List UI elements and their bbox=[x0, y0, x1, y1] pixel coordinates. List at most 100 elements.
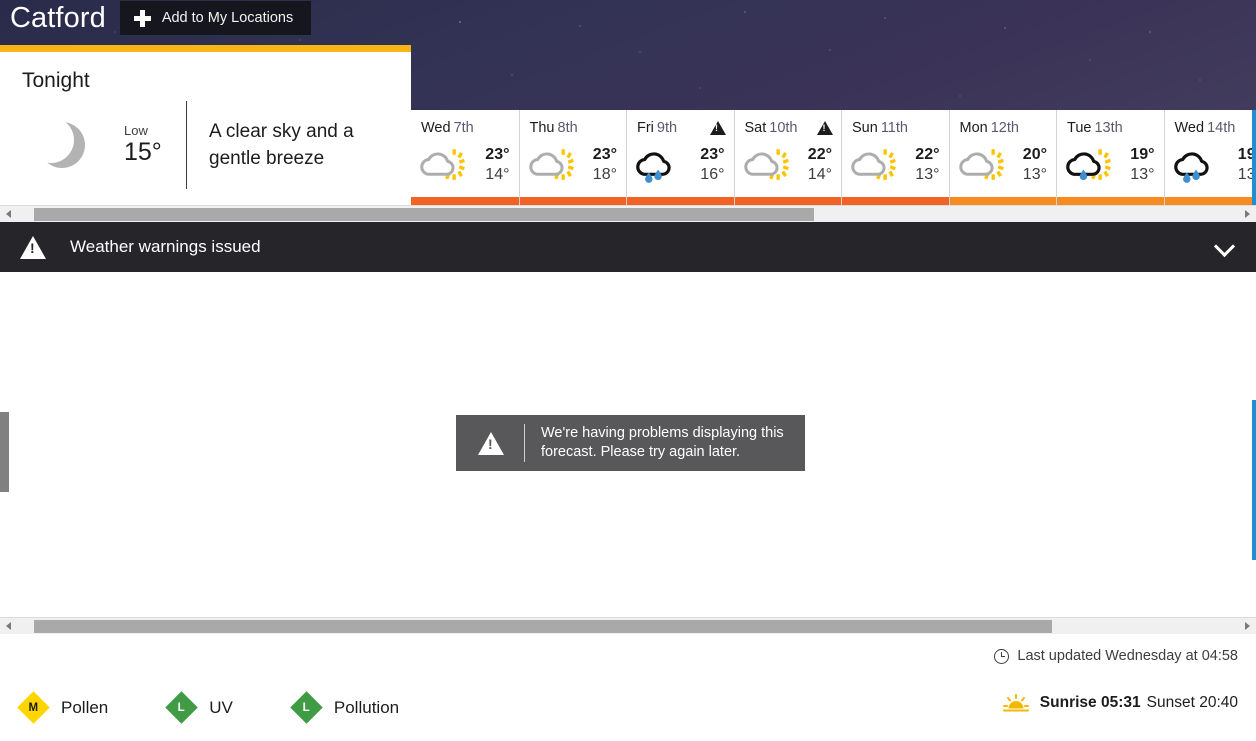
error-message-box: We're having problems displaying this fo… bbox=[456, 415, 805, 471]
day-tile-body: 19°13° bbox=[1165, 138, 1256, 190]
forecast-day-tile[interactable]: Wed 7th 23° 14° bbox=[411, 110, 519, 205]
day-low-temp: 13° bbox=[915, 166, 940, 183]
scrollbar-track[interactable] bbox=[17, 207, 1239, 221]
day-tile-temps: 23° 14° bbox=[485, 145, 512, 185]
indicator-level: L bbox=[302, 701, 310, 714]
scroll-right-arrow-icon[interactable] bbox=[1239, 206, 1256, 223]
sunset-time: 20:40 bbox=[1199, 694, 1238, 711]
warning-triangle-icon bbox=[478, 431, 504, 455]
forecast-day-tile[interactable]: Tue 13th 19° 13° bbox=[1056, 110, 1164, 205]
day-tile-temps: 20° 13° bbox=[1023, 145, 1050, 185]
indicator-label: Pollution bbox=[333, 697, 400, 717]
indicator-level-badge[interactable]: L bbox=[165, 691, 199, 724]
footer: Last updated Wednesday at 04:58 M Pollen L… bbox=[0, 634, 1256, 741]
day-tile-header: Fri 9th bbox=[627, 118, 734, 138]
day-tile-temps: 22° 13° bbox=[915, 145, 942, 185]
sunny-cloud-icon bbox=[741, 143, 793, 187]
content-vertical-scrollbar-left[interactable] bbox=[0, 272, 9, 617]
scrollbar-thumb[interactable] bbox=[34, 207, 814, 221]
forecast-day-tile[interactable]: Wed14th 19°13° bbox=[1163, 110, 1256, 205]
forecast-horizontal-scrollbar[interactable] bbox=[0, 205, 1256, 222]
day-low-temp: 14° bbox=[807, 166, 832, 183]
sunrise-time: 05:31 bbox=[1100, 694, 1141, 711]
day-high-temp: 23° bbox=[592, 146, 617, 163]
day-tile-body: 22° 14° bbox=[735, 138, 842, 190]
day-tile-severity-bar bbox=[1164, 197, 1256, 205]
tonight-title: Tonight bbox=[22, 69, 90, 92]
sunrise-sunset: Sunrise 05:31 Sunset 20:40 bbox=[1002, 694, 1238, 712]
day-tile-severity-bar bbox=[734, 197, 841, 205]
indicator-level: M bbox=[28, 701, 39, 714]
day-tile-severity-bar bbox=[1057, 197, 1164, 205]
day-tile-date: Wed 14th bbox=[1174, 120, 1236, 136]
location-header: Catford Add to My Locations bbox=[0, 0, 312, 36]
tonight-body: Low 15° A clear sky and a gentle breeze bbox=[0, 93, 411, 189]
day-low-temp: 14° bbox=[485, 166, 510, 183]
add-to-my-locations-button[interactable]: Add to My Locations bbox=[119, 1, 312, 35]
page-vertical-scrollbar-upper[interactable] bbox=[1252, 110, 1256, 205]
day-low-temp: 16° bbox=[700, 166, 725, 183]
scroll-left-arrow-icon[interactable] bbox=[0, 618, 17, 635]
sunny-cloud-icon bbox=[956, 143, 1008, 187]
day-tile-body: 19°13° bbox=[1057, 138, 1164, 190]
day-tile-temps: 19°13° bbox=[1130, 145, 1157, 185]
indicator-level-badge[interactable]: L bbox=[290, 691, 323, 724]
tonight-low-label: Low bbox=[124, 123, 148, 138]
forecast-day-tile[interactable]: Mon 12th 20° 13° bbox=[948, 110, 1057, 205]
day-tile-date: Mon 12th bbox=[959, 120, 1019, 136]
day-tile-severity-bar bbox=[949, 197, 1056, 205]
indicator-label: UV bbox=[209, 697, 233, 717]
forecast-day-tile[interactable]: Sun 11th 22° 13° bbox=[841, 110, 949, 205]
day-tile-header: Thu 8th bbox=[520, 118, 627, 138]
sunny-cloud-icon bbox=[526, 143, 578, 187]
error-message-text: We're having problems displaying this fo… bbox=[541, 425, 784, 460]
day-low-temp: 13° bbox=[1022, 166, 1047, 183]
warning-triangle-icon bbox=[817, 121, 833, 135]
day-tile-header: Mon 12th bbox=[950, 118, 1057, 138]
environment-indicators: M Pollen L UV L Pollution bbox=[17, 691, 461, 724]
clock-icon bbox=[994, 648, 1010, 664]
day-high-temp: 23° bbox=[485, 146, 510, 163]
day-tile-body: 23° 18° bbox=[520, 138, 627, 190]
content-horizontal-scrollbar[interactable] bbox=[0, 617, 1256, 634]
scrollbar-track[interactable] bbox=[17, 619, 1239, 633]
sunset-label: Sunset bbox=[1146, 694, 1195, 711]
indicator-level: L bbox=[178, 701, 186, 714]
weather-warnings-label: Weather warnings issued bbox=[70, 237, 261, 256]
indicator-pollen[interactable]: M Pollen bbox=[17, 691, 109, 724]
day-tile-body: 23° 14° bbox=[411, 138, 519, 190]
sunrise-label: Sunrise bbox=[1039, 694, 1097, 711]
scrollbar-thumb[interactable] bbox=[0, 412, 9, 492]
plus-icon bbox=[133, 9, 151, 27]
indicator-level-badge[interactable]: M bbox=[17, 691, 50, 724]
scroll-right-arrow-icon[interactable] bbox=[1239, 618, 1256, 635]
forecast-day-tile[interactable]: Thu 8th 23° 18° bbox=[518, 110, 627, 205]
day-high-temp: 23° bbox=[700, 146, 725, 163]
day-tile-temps: 22° 14° bbox=[808, 145, 835, 185]
tonight-description: A clear sky and a gentle breeze bbox=[209, 121, 354, 169]
scroll-left-arrow-icon[interactable] bbox=[0, 206, 17, 223]
tonight-panel[interactable]: Tonight Low 15° A clear sky and a gentle… bbox=[0, 45, 411, 205]
forecast-day-tile[interactable]: Fri9th 23° 16° bbox=[626, 110, 734, 205]
day-tile-header: Sat 10th bbox=[735, 118, 842, 138]
add-label-rest: to My Locations bbox=[191, 10, 294, 26]
day-tile-severity-bar bbox=[842, 197, 949, 205]
forecast-day-tile[interactable]: Sat10th 22°14° bbox=[733, 110, 842, 205]
indicator-label: Pollen bbox=[61, 697, 109, 717]
divider bbox=[186, 101, 187, 189]
sunny-cloud-icon bbox=[417, 143, 469, 187]
page-vertical-scrollbar-lower[interactable] bbox=[1252, 400, 1256, 560]
indicator-pollution[interactable]: L Pollution bbox=[290, 691, 400, 724]
last-updated: Last updated Wednesday at 04:58 bbox=[994, 648, 1238, 664]
indicator-uv[interactable]: L UV bbox=[165, 691, 233, 724]
weather-warnings-banner[interactable]: Weather warnings issued bbox=[0, 222, 1256, 272]
divider bbox=[524, 424, 525, 462]
day-tile-date: Sun 11th bbox=[852, 120, 908, 136]
forecast-content-area: We're having problems displaying this fo… bbox=[0, 272, 1256, 617]
scrollbar-thumb[interactable] bbox=[34, 619, 1052, 633]
add-to-my-locations-label: Add to My Locations bbox=[162, 10, 293, 26]
chevron-down-icon[interactable] bbox=[1214, 237, 1234, 257]
day-tile-severity-bar bbox=[519, 197, 626, 205]
day-tile-header: Sun 11th bbox=[842, 118, 949, 138]
forecast-day-strip[interactable]: Wed7th 23°14°Thu8th 23°18°Fri9th 23°16°S… bbox=[411, 110, 1256, 205]
